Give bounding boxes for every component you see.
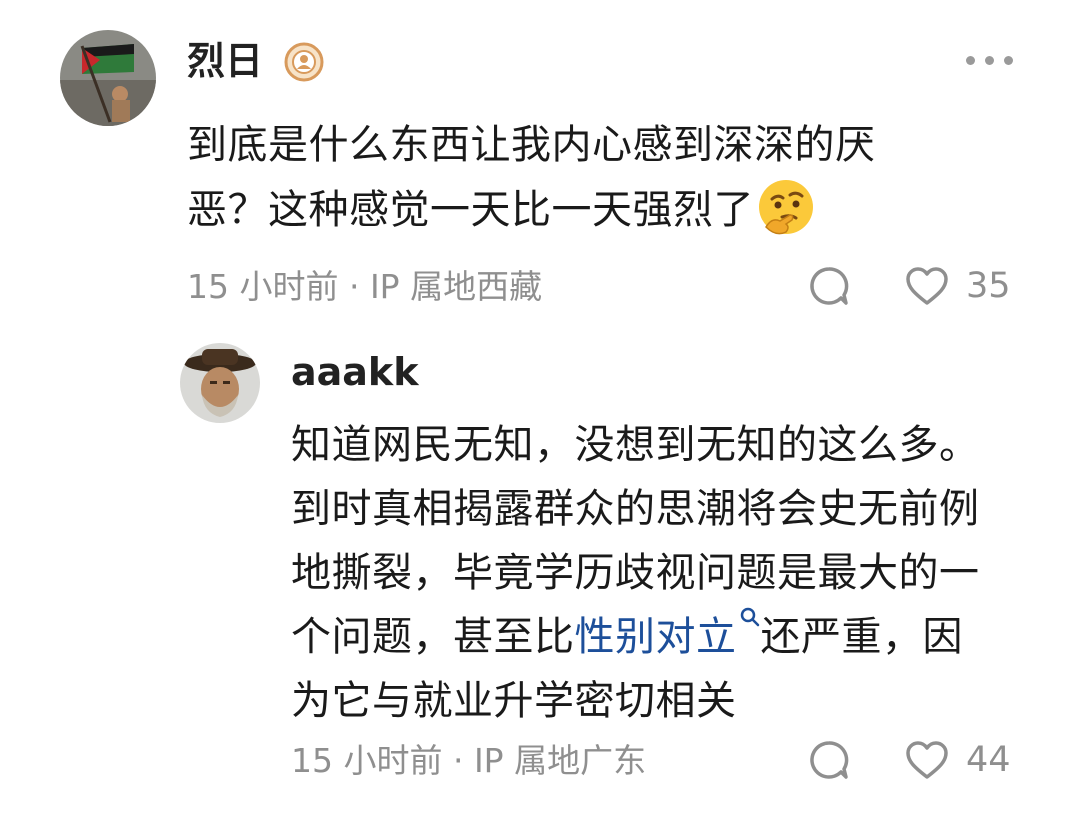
reply-line: 为它与就业升学密切相关 (291, 678, 737, 724)
reply-line: 到时真相揭露群众的思潮将会史无前例 (291, 486, 980, 532)
reply-author-name[interactable]: aaakk (291, 353, 418, 391)
more-options-icon[interactable] (966, 56, 1014, 66)
like-button[interactable]: 35 (904, 264, 1011, 308)
comment-line: 恶？这种感觉一天比一天强烈了 (187, 177, 876, 242)
avatar-cowboy-photo (180, 343, 260, 423)
comment-meta: 15 小时前 · IP 属地西藏 (187, 267, 543, 306)
like-button[interactable]: 44 (904, 738, 1011, 782)
thinking-face-emoji (759, 180, 813, 235)
avatar[interactable] (180, 343, 260, 423)
comment-bubble-icon (810, 267, 849, 305)
avatar-flag-photo (60, 30, 156, 126)
avatar[interactable] (60, 30, 156, 126)
comment-content: 到底是什么东西让我内心感到深深的厌 恶？这种感觉一天比一天强烈了 (187, 113, 876, 242)
comment-line: 到底是什么东西让我内心感到深深的厌 (187, 122, 876, 168)
like-count: 35 (966, 265, 1011, 306)
comment-bubble-icon (810, 741, 849, 779)
comment-author-name[interactable]: 烈日 (187, 42, 263, 80)
user-badge-icon (284, 42, 324, 82)
reply-content: 知道网民无知，没想到无知的这么多。 到时真相揭露群众的思潮将会史无前例 地撕裂，… (291, 413, 980, 733)
reply-line: 地撕裂，毕竟学历歧视问题是最大的一 (291, 550, 980, 596)
reply-button[interactable] (808, 738, 850, 782)
reply-line: 知道网民无知，没想到无知的这么多。 (291, 422, 980, 468)
heart-icon (906, 267, 948, 305)
topic-link[interactable]: 性别对立 (575, 614, 737, 660)
search-icon[interactable] (739, 606, 761, 628)
heart-icon (906, 741, 948, 779)
reply-button[interactable] (808, 264, 850, 308)
like-count: 44 (966, 739, 1011, 780)
reply-meta: 15 小时前 · IP 属地广东 (291, 741, 647, 780)
reply-line: 个问题，甚至比性别对立 还严重，因 (291, 605, 980, 669)
comment-thread: 烈日 到底是什么东西让我内心感到深深的厌 恶？这种感觉一天比一天强烈了 15 小… (0, 0, 1080, 814)
